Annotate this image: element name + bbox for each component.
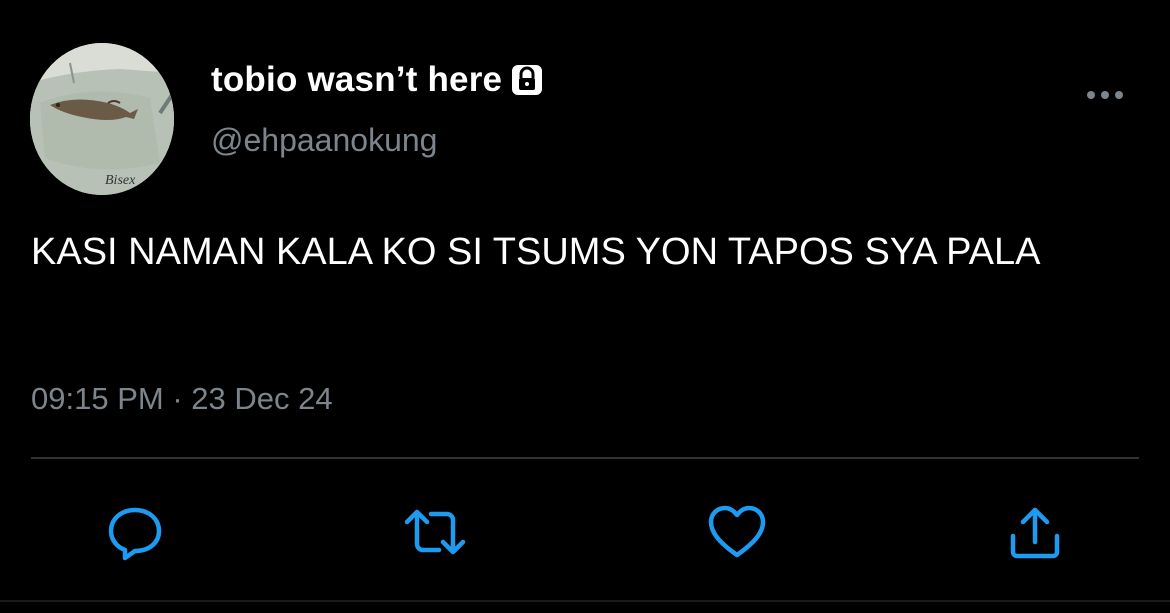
avatar-image	[30, 43, 174, 195]
display-name[interactable]: tobio wasn’t here	[211, 60, 544, 100]
divider	[31, 457, 1139, 459]
more-options-button[interactable]	[1083, 80, 1127, 110]
avatar-caption: Bisex	[105, 173, 136, 188]
tweet-time: 09:15 PM	[31, 381, 164, 416]
retweet-button[interactable]	[403, 500, 467, 564]
display-name-text: tobio wasn’t here	[211, 60, 503, 99]
bottom-divider	[0, 600, 1170, 602]
reply-button[interactable]	[103, 500, 167, 564]
upload-share-icon	[1010, 507, 1060, 559]
tweet-date: 23 Dec 24	[191, 381, 333, 416]
ellipsis-icon	[1087, 91, 1123, 99]
tweet-detail: Bisex tobio wasn’t here @ehpaanokung KAS…	[0, 0, 1170, 613]
share-button[interactable]	[1003, 500, 1067, 564]
heart-icon	[708, 505, 766, 558]
meta-separator: ·	[172, 381, 183, 416]
retweet-arrows-icon	[404, 509, 466, 555]
like-button[interactable]	[705, 500, 769, 564]
tweet-timestamp[interactable]: 09:15 PM · 23 Dec 24	[31, 381, 333, 417]
speech-bubble-icon	[108, 507, 162, 561]
tweet-text: KASI NAMAN KALA KO SI TSUMS YON TAPOS SY…	[31, 231, 1041, 273]
user-handle[interactable]: @ehpaanokung	[211, 122, 437, 159]
avatar[interactable]: Bisex	[30, 43, 174, 195]
lock-icon	[510, 63, 544, 97]
